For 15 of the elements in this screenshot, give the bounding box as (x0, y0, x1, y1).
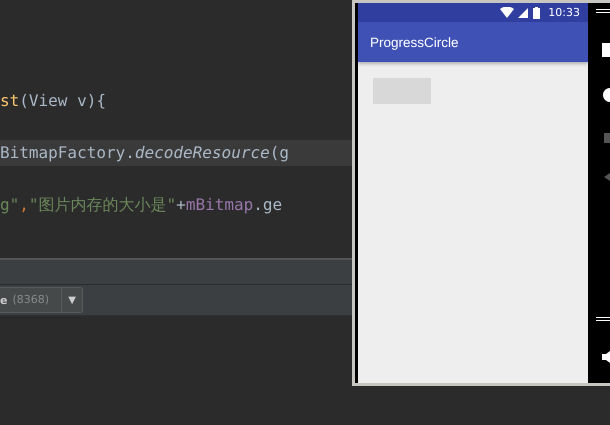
back-icon[interactable] (604, 173, 610, 181)
speaker-icon[interactable] (602, 351, 610, 363)
caret-icon: ▼ (62, 294, 82, 306)
wifi-icon (500, 7, 514, 18)
code-line: st(View v){ (0, 90, 107, 112)
process-id: (8368) (12, 288, 62, 312)
signal-icon (518, 7, 530, 18)
process-dropdown[interactable]: e (8368) ▼ (0, 287, 84, 313)
battery-icon (533, 6, 540, 18)
status-time: 10:33 (548, 6, 580, 19)
grip-icon[interactable] (596, 9, 610, 13)
grip-icon[interactable] (596, 317, 610, 321)
process-name: e (0, 294, 8, 306)
code-line: g","图片内存的大小是"+mBitmap.ge (0, 194, 284, 216)
app-title: ProgressCircle (370, 34, 459, 50)
